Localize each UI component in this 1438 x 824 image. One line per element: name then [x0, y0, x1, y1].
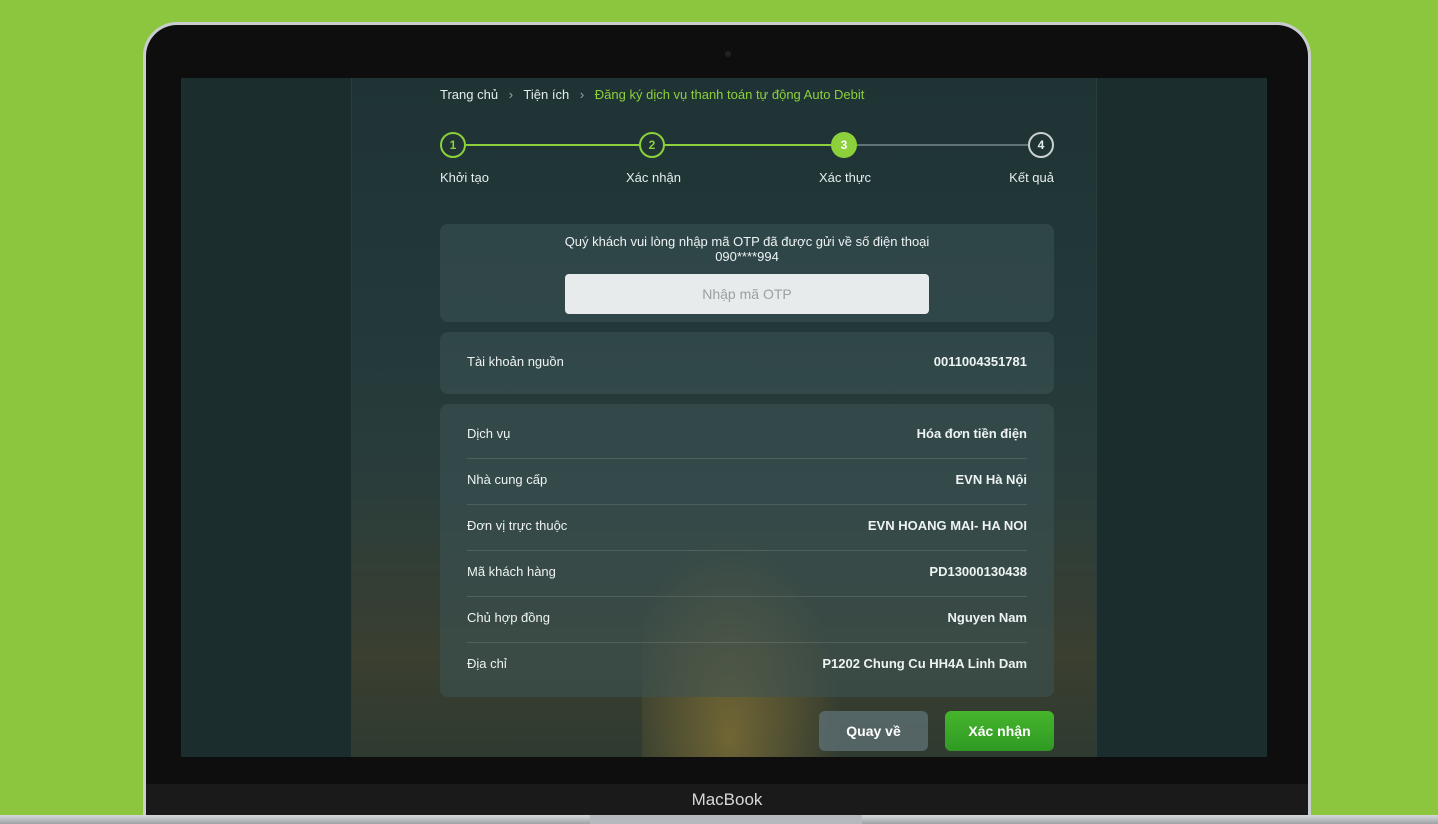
left-panel [181, 78, 351, 757]
step-2-label: Xác nhận [626, 170, 681, 185]
breadcrumb: Trang chủ › Tiện ích › Đăng ký dịch vụ t… [440, 87, 864, 102]
otp-message-text: Quý khách vui lòng nhập mã OTP đã được g… [564, 234, 930, 249]
detail-value: EVN HOANG MAI- HA NOI [867, 518, 1027, 533]
camera-icon [725, 51, 731, 57]
step-connector [857, 144, 1028, 146]
step-4-indicator: 4 [1028, 132, 1054, 158]
step-3-indicator: 3 [831, 132, 857, 158]
detail-label: Đơn vị trực thuộc [467, 518, 568, 533]
detail-label: Địa chỉ [467, 656, 507, 671]
divider [467, 642, 1027, 643]
divider [467, 550, 1027, 551]
detail-label: Chủ hợp đồng [467, 610, 550, 625]
divider [467, 458, 1027, 459]
otp-message: Quý khách vui lòng nhập mã OTP đã được g… [440, 224, 1054, 264]
step-4-label: Kết quả [1009, 170, 1054, 185]
device-label: MacBook [146, 784, 1308, 816]
screen: Trang chủ › Tiện ích › Đăng ký dịch vụ t… [181, 78, 1267, 757]
breadcrumb-utilities[interactable]: Tiện ích [523, 87, 569, 102]
detail-label: Nhà cung cấp [467, 472, 548, 487]
divider [467, 504, 1027, 505]
stepper: 1 2 3 4 Khởi tạo Xác nhận Xác thực Kết q… [440, 132, 1054, 192]
page-container: Trang chủ › Tiện ích › Đăng ký dịch vụ t… [351, 78, 1097, 757]
divider [467, 596, 1027, 597]
detail-value: Nguyen Nam [947, 610, 1027, 625]
otp-input[interactable] [565, 274, 929, 314]
detail-row: Nhà cung cấp EVN Hà Nội [467, 472, 1027, 487]
detail-value: Hóa đơn tiền điện [916, 426, 1027, 441]
breadcrumb-home[interactable]: Trang chủ [440, 87, 498, 102]
step-1-indicator: 1 [440, 132, 466, 158]
source-account-value: 0011004351781 [933, 354, 1027, 369]
source-account-label: Tài khoản nguồn [467, 354, 564, 369]
step-1-label: Khởi tạo [440, 170, 489, 185]
back-button[interactable]: Quay về [819, 711, 928, 751]
breadcrumb-separator: › [579, 87, 585, 102]
breadcrumb-separator: › [508, 87, 514, 102]
detail-row: Địa chỉ P1202 Chung Cu HH4A Linh Dam [467, 656, 1027, 671]
step-3-label: Xác thực [819, 170, 872, 185]
detail-label: Dịch vụ [467, 426, 511, 441]
otp-card: Quý khách vui lòng nhập mã OTP đã được g… [440, 224, 1054, 322]
detail-value: EVN Hà Nội [955, 472, 1027, 487]
step-connector [466, 144, 639, 146]
laptop-base-notch [590, 815, 862, 824]
detail-value: P1202 Chung Cu HH4A Linh Dam [822, 656, 1027, 671]
detail-row: Mã khách hàng PD13000130438 [467, 564, 1027, 579]
detail-label: Mã khách hàng [467, 564, 556, 579]
confirm-button[interactable]: Xác nhận [945, 711, 1054, 751]
step-connector [665, 144, 831, 146]
step-2-indicator: 2 [639, 132, 665, 158]
source-account-row: Tài khoản nguồn 0011004351781 [467, 354, 1027, 369]
detail-row: Dịch vụ Hóa đơn tiền điện [467, 426, 1027, 441]
right-panel [1097, 78, 1267, 757]
details-card: Dịch vụ Hóa đơn tiền điện Nhà cung cấp E… [440, 404, 1054, 697]
otp-phone-number: 090****994 [715, 249, 779, 264]
detail-row: Đơn vị trực thuộc EVN HOANG MAI- HA NOI [467, 518, 1027, 533]
source-account-card: Tài khoản nguồn 0011004351781 [440, 332, 1054, 394]
detail-value: PD13000130438 [929, 564, 1027, 579]
detail-row: Chủ hợp đồng Nguyen Nam [467, 610, 1027, 625]
breadcrumb-current: Đăng ký dịch vụ thanh toán tự động Auto … [594, 87, 865, 102]
